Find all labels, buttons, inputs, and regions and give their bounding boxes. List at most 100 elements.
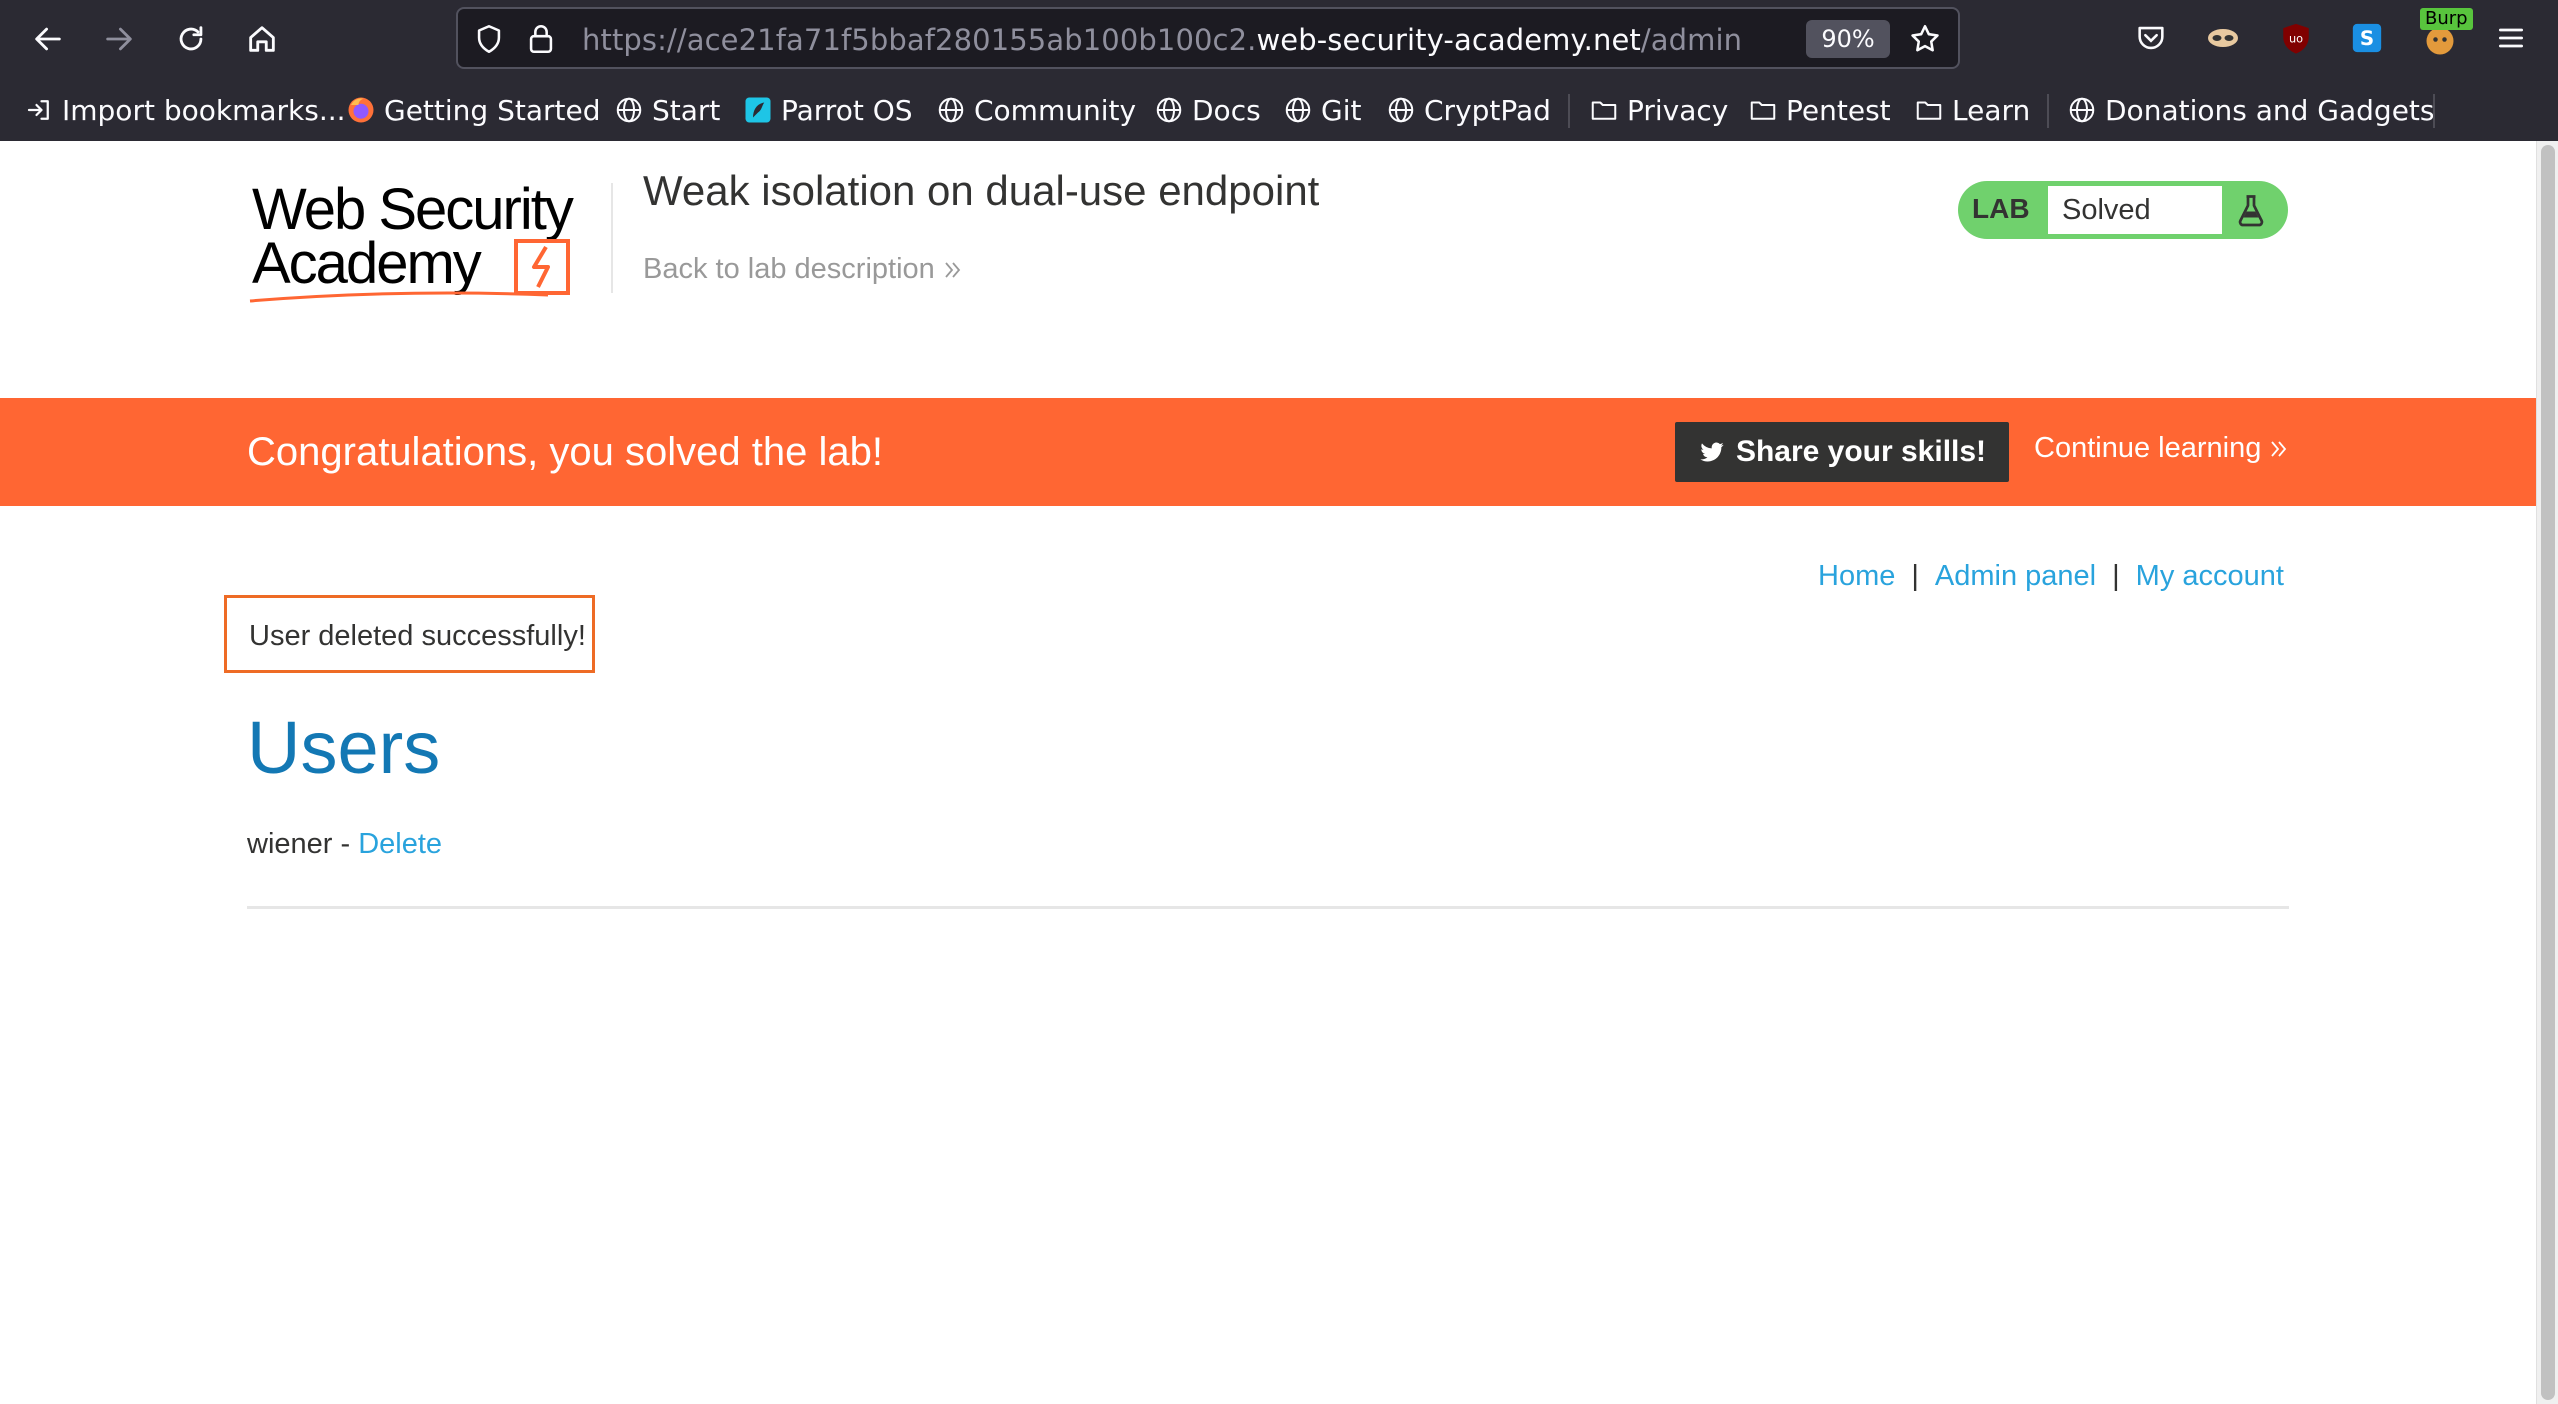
nav-my-account-link[interactable]: My account <box>2136 560 2284 592</box>
logo-line-2: Academy <box>252 231 482 296</box>
top-navigation: Home | Admin panel | My account <box>1818 560 2284 593</box>
solved-banner: Congratulations, you solved the lab! Sha… <box>0 398 2536 506</box>
bookmark-label: Privacy <box>1627 93 1729 127</box>
hamburger-menu-icon <box>2499 28 2523 48</box>
home-icon <box>249 26 275 52</box>
globe-icon <box>1388 97 1414 123</box>
bookmark-separator <box>2047 94 2049 128</box>
nav-admin-panel-link[interactable]: Admin panel <box>1935 560 2096 592</box>
mask-extension-icon <box>2208 29 2238 47</box>
shield-icon[interactable] <box>472 22 506 56</box>
bookmarks-toolbar: Import bookmarks... Getting Started Star… <box>0 84 2558 136</box>
arrow-right-icon <box>106 27 132 51</box>
globe-icon <box>1285 97 1311 123</box>
users-heading: Users <box>247 706 441 789</box>
svg-text:S: S <box>2360 27 2374 50</box>
scrollbar-thumb[interactable] <box>2541 145 2555 1400</box>
parrot-icon <box>745 97 771 123</box>
forward-button[interactable] <box>98 18 140 60</box>
bookmark-import[interactable]: Import bookmarks... <box>24 90 346 130</box>
url-prefix: https://ace21fa71f5bbaf280155ab100b100c2… <box>582 23 1257 57</box>
bookmark-label: Community <box>974 93 1137 127</box>
bookmark-cryptpad[interactable]: CryptPad <box>1386 90 1551 130</box>
browser-toolbar: https://ace21fa71f5bbaf280155ab100b100c2… <box>0 0 2558 76</box>
s-extension-icon: S <box>2352 23 2382 53</box>
bookmark-start[interactable]: Start <box>614 90 720 130</box>
globe-icon <box>2069 97 2095 123</box>
zoom-level-badge[interactable]: 90% <box>1806 20 1890 58</box>
lab-title: Weak isolation on dual-use endpoint <box>643 167 1320 214</box>
import-icon <box>27 100 49 120</box>
lab-tag: LAB <box>1972 193 2030 224</box>
url-path: /admin <box>1640 23 1743 57</box>
firefox-icon <box>348 97 374 123</box>
star-icon[interactable] <box>1908 22 1942 56</box>
continue-learning-link[interactable]: Continue learning <box>2034 432 2291 465</box>
reload-icon <box>179 26 203 51</box>
burp-badge: Burp <box>2420 8 2473 30</box>
double-chevron-right-icon <box>2271 440 2287 457</box>
back-to-lab-description-link[interactable]: Back to lab description <box>643 253 965 286</box>
flask-icon <box>2230 189 2272 231</box>
ublock-button[interactable]: uo <box>2276 18 2316 58</box>
continue-label: Continue learning <box>2034 432 2262 464</box>
bookmark-docs[interactable]: Docs <box>1154 90 1261 130</box>
folder-icon <box>1750 101 1776 120</box>
page-scrollbar[interactable] <box>2536 141 2558 1404</box>
bookmark-community[interactable]: Community <box>936 90 1136 130</box>
bookmark-label: CryptPad <box>1424 93 1551 127</box>
page-content: Web Security Academy Weak isolation on d… <box>0 141 2536 1404</box>
url-host: web-security-academy.net <box>1256 23 1641 57</box>
bookmark-label: Docs <box>1192 93 1261 127</box>
url-text[interactable]: https://ace21fa71f5bbaf280155ab100b100c2… <box>582 23 1742 57</box>
success-notice: User deleted successfully! <box>224 595 595 673</box>
congratulations-message: Congratulations, you solved the lab! <box>247 430 883 474</box>
reload-button[interactable] <box>170 18 212 60</box>
extension-button-s[interactable]: S <box>2347 18 2387 58</box>
bookmark-label: Git <box>1321 93 1362 127</box>
lab-status-text: Solved <box>2048 186 2222 234</box>
bookmark-donations[interactable]: Donations and Gadgets <box>2067 90 2435 130</box>
user-name: wiener <box>247 828 333 860</box>
folder-icon <box>1591 101 1617 120</box>
bookmark-folder-privacy[interactable]: Privacy <box>1589 90 1728 130</box>
arrow-left-icon <box>35 27 61 51</box>
bookmark-parrot-os[interactable]: Parrot OS <box>743 90 913 130</box>
home-button[interactable] <box>241 18 283 60</box>
bookmark-folder-pentest[interactable]: Pentest <box>1748 90 1891 130</box>
double-chevron-right-icon <box>945 261 960 278</box>
bookmark-label: Start <box>652 93 721 127</box>
user-row: wiener - Delete <box>247 828 442 861</box>
bookmark-git[interactable]: Git <box>1283 90 1361 130</box>
lock-icon[interactable] <box>524 22 558 56</box>
bookmark-separator <box>1568 94 1570 128</box>
web-security-academy-logo[interactable]: Web Security Academy <box>248 175 608 305</box>
bookmark-label: Getting Started <box>384 93 601 127</box>
app-menu-button[interactable] <box>2491 18 2531 58</box>
share-skills-button[interactable]: Share your skills! <box>1675 422 2009 482</box>
bookmark-label: Donations and Gadgets <box>2105 93 2435 127</box>
bookmark-separator <box>2433 94 2435 128</box>
back-link-label: Back to lab description <box>643 253 935 285</box>
bookmark-getting-started[interactable]: Getting Started <box>346 90 600 130</box>
browser-chrome: https://ace21fa71f5bbaf280155ab100b100c2… <box>0 0 2558 141</box>
twitter-icon <box>1700 442 1724 462</box>
back-button[interactable] <box>27 18 69 60</box>
bookmark-label: Parrot OS <box>781 93 913 127</box>
pocket-icon <box>2138 26 2164 50</box>
bookmark-label: Import bookmarks... <box>62 93 346 127</box>
nav-separator: | <box>1911 560 1919 592</box>
url-bar[interactable]: https://ace21fa71f5bbaf280155ab100b100c2… <box>456 7 1960 69</box>
pocket-button[interactable] <box>2131 18 2171 58</box>
globe-icon <box>938 97 964 123</box>
delete-user-link[interactable]: Delete <box>358 828 442 860</box>
logo-bolt-icon <box>532 245 550 288</box>
extension-button-1[interactable] <box>2203 18 2243 58</box>
folder-icon <box>1916 101 1942 120</box>
nav-home-link[interactable]: Home <box>1818 560 1895 592</box>
user-row-separator: - <box>332 828 359 860</box>
share-label: Share your skills! <box>1735 435 1987 468</box>
bookmark-folder-learn[interactable]: Learn <box>1914 90 2030 130</box>
lab-status-widget: LAB Solved <box>1958 181 2288 239</box>
content-divider <box>247 906 2289 909</box>
